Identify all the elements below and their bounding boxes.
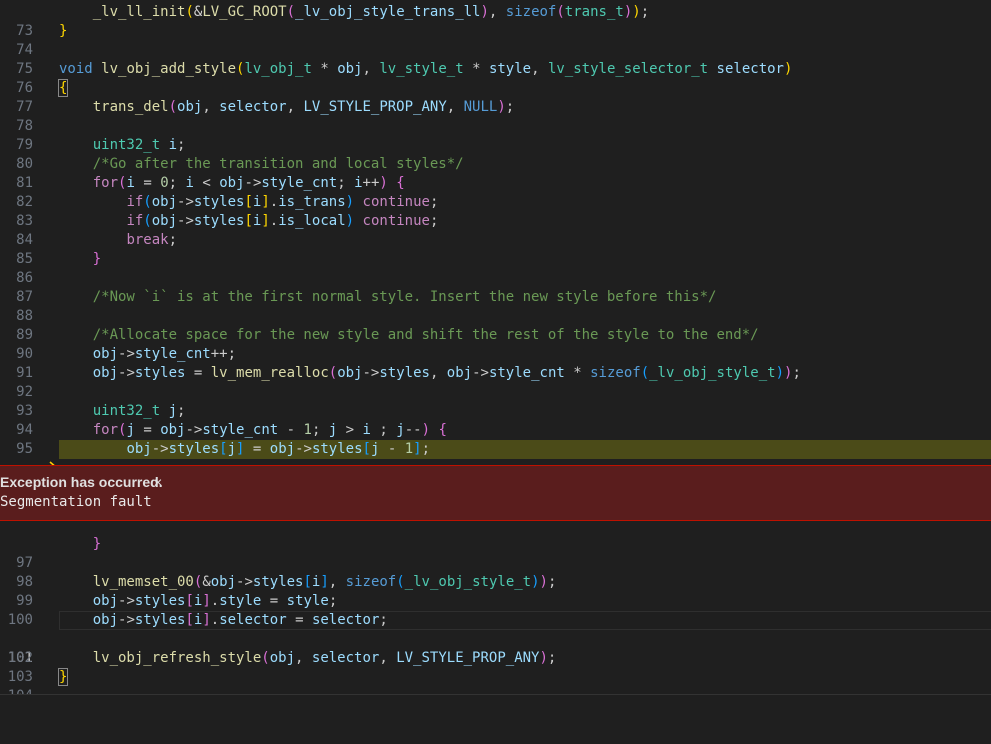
code-line[interactable]: 104 } (0, 668, 991, 704)
code-line[interactable]: 82 for(i = 0; i < obj->style_cnt; i++) { (0, 174, 991, 210)
code-line[interactable]: 91 obj->style_cnt++; (0, 345, 991, 381)
code-text: uint32_t j; (92, 403, 186, 419)
code-line[interactable]: 83 if(obj->styles[i].is_trans) continue; (0, 193, 991, 229)
code-line[interactable]: 103 lv_obj_refresh_style(obj, selector, … (0, 649, 991, 685)
code-line[interactable]: 85 break; (0, 231, 991, 267)
code-line[interactable]: 99 lv_memset_00(&obj->styles[i], sizeof(… (0, 573, 991, 609)
code-line[interactable]: 95 for(j = obj->style_cnt - 1; j > i ; j… (0, 421, 991, 457)
code-line[interactable]: 87 (0, 269, 991, 305)
code-line[interactable]: 94 uint32_t j; (0, 402, 991, 438)
code-text: if(obj->styles[i].is_local) continue; (126, 213, 439, 229)
code-text: } (92, 251, 102, 267)
code-text: obj->styles = lv_mem_realloc(obj->styles… (92, 365, 801, 381)
code-line[interactable]: 88 /*Now `i` is at the first normal styl… (0, 288, 991, 324)
code-text: break; (126, 232, 178, 248)
code-text: if(obj->styles[i].is_trans) continue; (126, 194, 439, 210)
code-line[interactable]: 97 } (0, 535, 991, 571)
code-text: obj->styles[j] = obj->styles[j - 1]; (126, 441, 430, 457)
code-line[interactable]: 100 obj->styles[i].style = style; (0, 592, 991, 628)
code-line[interactable]: 90 /*Allocate space for the new style an… (0, 326, 991, 362)
code-text: trans_del(obj, selector, LV_STYLE_PROP_A… (92, 99, 515, 115)
exception-widget: Exception has occurred. × Segmentation f… (0, 465, 991, 521)
code-text: } (92, 536, 102, 552)
code-text: obj->styles[i].style = style; (92, 593, 338, 609)
code-line[interactable]: 74 } (0, 22, 991, 58)
code-line[interactable]: 77 { (0, 79, 991, 115)
code-text: /*Go after the transition and local styl… (92, 156, 464, 172)
debug-pointer-icon (0, 442, 58, 475)
code-text: obj->styles[i].selector = selector; (92, 612, 388, 628)
current-code-line[interactable]: 101 obj->styles[i].selector = selector; (0, 611, 991, 666)
paused-code-line[interactable]: 96 obj->styles[j] = obj->styles[j - 1]; (0, 440, 991, 514)
code-text: lv_obj_refresh_style(obj, selector, LV_S… (92, 650, 557, 666)
code-line[interactable]: 89 (0, 307, 991, 343)
close-icon[interactable]: × (154, 474, 162, 490)
code-text: for(j = obj->style_cnt - 1; j > i ; j--)… (92, 422, 447, 438)
code-line[interactable]: 73 _lv_ll_init(&LV_GC_ROOT(_lv_obj_style… (0, 3, 991, 39)
code-line[interactable]: 81 /*Go after the transition and local s… (0, 155, 991, 191)
code-line[interactable]: 92 obj->styles = lv_mem_realloc(obj->sty… (0, 364, 991, 400)
code-line[interactable]: 86 } (0, 250, 991, 286)
code-text: /*Allocate space for the new style and s… (92, 327, 759, 343)
code-line[interactable]: 79 (0, 117, 991, 153)
code-line[interactable]: 84 if(obj->styles[i].is_local) continue; (0, 212, 991, 248)
code-text: /*Now `i` is at the first normal style. … (92, 289, 717, 305)
code-line[interactable]: 98 (0, 554, 991, 590)
code-text: } (59, 23, 68, 39)
code-line[interactable]: 76 void lv_obj_add_style(lv_obj_t * obj,… (0, 60, 991, 96)
code-text: void lv_obj_add_style(lv_obj_t * obj, lv… (59, 61, 793, 77)
code-editor[interactable]: 73 _lv_ll_init(&LV_GC_ROOT(_lv_obj_style… (0, 0, 991, 707)
horizontal-scrollbar[interactable] (0, 694, 991, 707)
code-text: { (57, 79, 69, 97)
code-text: uint32_t i; (92, 137, 186, 153)
code-text: _lv_ll_init(&LV_GC_ROOT(_lv_obj_style_tr… (92, 4, 650, 20)
code-line[interactable]: 75 (0, 41, 991, 77)
exception-title: Exception has occurred. (0, 474, 163, 490)
code-text: for(i = 0; i < obj->style_cnt; i++) { (92, 175, 405, 191)
code-text: obj->style_cnt++; (92, 346, 237, 362)
code-text: lv_memset_00(&obj->styles[i], sizeof(_lv… (92, 574, 557, 590)
code-line[interactable]: 93 (0, 383, 991, 419)
code-line[interactable]: 102 (0, 630, 991, 666)
code-line[interactable]: 80 uint32_t i; (0, 136, 991, 172)
code-text: } (57, 668, 69, 686)
code-line[interactable]: 78 trans_del(obj, selector, LV_STYLE_PRO… (0, 98, 991, 134)
exception-message: Segmentation fault (0, 494, 152, 510)
